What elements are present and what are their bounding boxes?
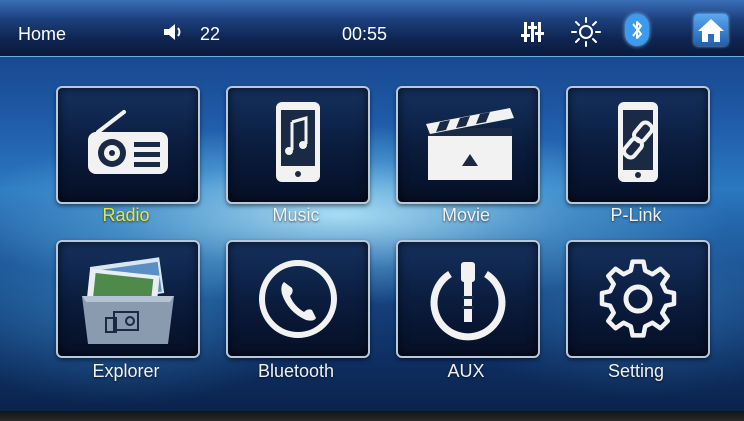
volume-value: 22 xyxy=(200,24,221,44)
p-link-label: P-Link xyxy=(610,205,662,225)
equalizer-icon[interactable] xyxy=(521,20,545,44)
movie-tile[interactable] xyxy=(396,86,540,204)
clock: 00:55 xyxy=(342,24,388,44)
home-button[interactable] xyxy=(694,14,728,46)
bluetooth-tile[interactable] xyxy=(226,240,370,358)
radio-label: Radio xyxy=(102,205,150,225)
music-tile[interactable] xyxy=(226,86,370,204)
bluetooth-label: Bluetooth xyxy=(257,361,335,381)
screen-bezel xyxy=(0,411,744,421)
movie-icon xyxy=(426,108,514,180)
explorer-icon xyxy=(82,257,174,344)
status-bar: Home 22 00:55 xyxy=(0,0,744,57)
p-link-tile[interactable] xyxy=(566,86,710,204)
brightness-icon[interactable] xyxy=(570,16,602,48)
movie-label: Movie xyxy=(441,205,490,225)
gear-icon xyxy=(599,259,677,338)
music-label: Music xyxy=(272,205,320,225)
setting-tile[interactable] xyxy=(566,240,710,358)
home-icon xyxy=(698,19,724,42)
radio-icon xyxy=(88,110,168,174)
phone-link-icon xyxy=(618,102,658,182)
speaker-icon[interactable] xyxy=(162,22,188,42)
home-label: Home xyxy=(18,24,67,44)
aux-label: AUX xyxy=(447,361,485,381)
aux-icon xyxy=(430,262,506,341)
aux-tile[interactable] xyxy=(396,240,540,358)
phone-icon xyxy=(259,260,337,338)
bluetooth-icon[interactable] xyxy=(625,14,649,46)
explorer-label: Explorer xyxy=(92,361,160,381)
music-icon xyxy=(276,102,320,182)
explorer-tile[interactable] xyxy=(56,240,200,358)
radio-tile[interactable] xyxy=(56,86,200,204)
setting-label: Setting xyxy=(607,361,665,381)
